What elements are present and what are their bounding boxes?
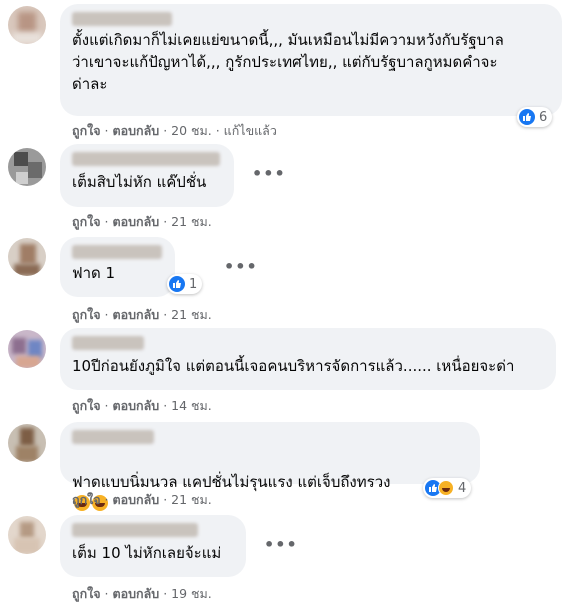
comment-text: เต็ม 10 ไม่หักเลยจ้ะแม่ (72, 544, 222, 562)
timestamp[interactable]: 21 ชม. (171, 492, 212, 507)
reaction-count: 4 (458, 480, 467, 496)
comment-actions: ถูกใจ · ตอบกลับ · 19 ชม. (72, 586, 212, 601)
reply-link[interactable]: ตอบกลับ (113, 398, 160, 413)
edited-label[interactable]: แก้ไขแล้ว (224, 123, 277, 138)
like-link[interactable]: ถูกใจ (72, 398, 101, 413)
reaction-summary[interactable]: 1 (167, 274, 203, 294)
author-name[interactable] (72, 152, 220, 166)
timestamp[interactable]: 14 ชม. (171, 398, 212, 413)
comment-actions: ถูกใจ · ตอบกลับ · 21 ชม. (72, 307, 212, 322)
comment-actions: ถูกใจ · ตอบกลับ · 21 ชม. (72, 214, 212, 229)
comment-bubble: ฟาด 1 (60, 237, 175, 297)
comment-actions: ถูกใจ · ตอบกลับ · 14 ชม. (72, 398, 212, 413)
reply-link[interactable]: ตอบกลับ (113, 492, 160, 507)
comment-bubble: เต็มสิบไม่หัก แค๊ปชั่น (60, 144, 234, 207)
comment-actions: ถูกใจ · ตอบกลับ · 21 ชม. (72, 492, 212, 507)
timestamp[interactable]: 21 ชม. (171, 214, 212, 229)
avatar[interactable] (8, 238, 46, 276)
comment-text: 10ปีก่อนยังภูมิใจ แต่ตอนนี้เจอคนบริหารจั… (72, 357, 515, 375)
timestamp[interactable]: 20 ชม. (171, 123, 212, 138)
reply-link[interactable]: ตอบกลับ (113, 586, 160, 601)
timestamp[interactable]: 21 ชม. (171, 307, 212, 322)
comment-text: เต็มสิบไม่หัก แค๊ปชั่น (72, 173, 207, 191)
ellipsis-icon[interactable]: ••• (224, 257, 258, 276)
comment-bubble: ตั้งแต่เกิดมาก็ไม่เคยแย่ขนาดนี้,,, มันเห… (60, 4, 562, 116)
comment-bubble: 10ปีก่อนยังภูมิใจ แต่ตอนนี้เจอคนบริหารจั… (60, 328, 556, 390)
comment-actions: ถูกใจ · ตอบกลับ · 20 ชม. · แก้ไขแล้ว (72, 123, 277, 138)
reaction-count: 6 (539, 109, 548, 125)
avatar[interactable] (8, 6, 46, 44)
reply-link[interactable]: ตอบกลับ (113, 214, 160, 229)
like-reaction-icon (519, 109, 535, 125)
author-name[interactable] (72, 523, 198, 537)
timestamp[interactable]: 19 ชม. (171, 586, 212, 601)
like-link[interactable]: ถูกใจ (72, 123, 101, 138)
author-name[interactable] (72, 245, 162, 259)
author-name[interactable] (72, 12, 172, 26)
comment-text-content: ฟาดแบบนิ่มนวล แคปชั่นไม่รุนแรง แต่เจ็บถึ… (72, 473, 391, 491)
like-link[interactable]: ถูกใจ (72, 492, 101, 507)
comment-text: ฟาด 1 (72, 264, 116, 282)
author-name[interactable] (72, 430, 154, 444)
like-link[interactable]: ถูกใจ (72, 307, 101, 322)
comment-text: ตั้งแต่เกิดมาก็ไม่เคยแย่ขนาดนี้,,, มันเห… (72, 31, 504, 93)
comment-bubble: เต็ม 10 ไม่หักเลยจ้ะแม่ (60, 515, 246, 577)
reaction-count: 1 (189, 276, 198, 292)
like-link[interactable]: ถูกใจ (72, 214, 101, 229)
ellipsis-icon[interactable]: ••• (264, 535, 298, 554)
haha-reaction-icon (438, 480, 454, 496)
author-name[interactable] (72, 336, 144, 350)
avatar[interactable] (8, 148, 46, 186)
reaction-summary[interactable]: 4 (423, 478, 472, 498)
reaction-summary[interactable]: 6 (517, 107, 553, 127)
ellipsis-icon[interactable]: ••• (252, 164, 286, 183)
reply-link[interactable]: ตอบกลับ (113, 123, 160, 138)
comment-bubble: ฟาดแบบนิ่มนวล แคปชั่นไม่รุนแรง แต่เจ็บถึ… (60, 422, 480, 511)
reply-link[interactable]: ตอบกลับ (113, 307, 160, 322)
avatar[interactable] (8, 516, 46, 554)
avatar[interactable] (8, 330, 46, 368)
like-reaction-icon (169, 276, 185, 292)
like-link[interactable]: ถูกใจ (72, 586, 101, 601)
avatar[interactable] (8, 424, 46, 462)
